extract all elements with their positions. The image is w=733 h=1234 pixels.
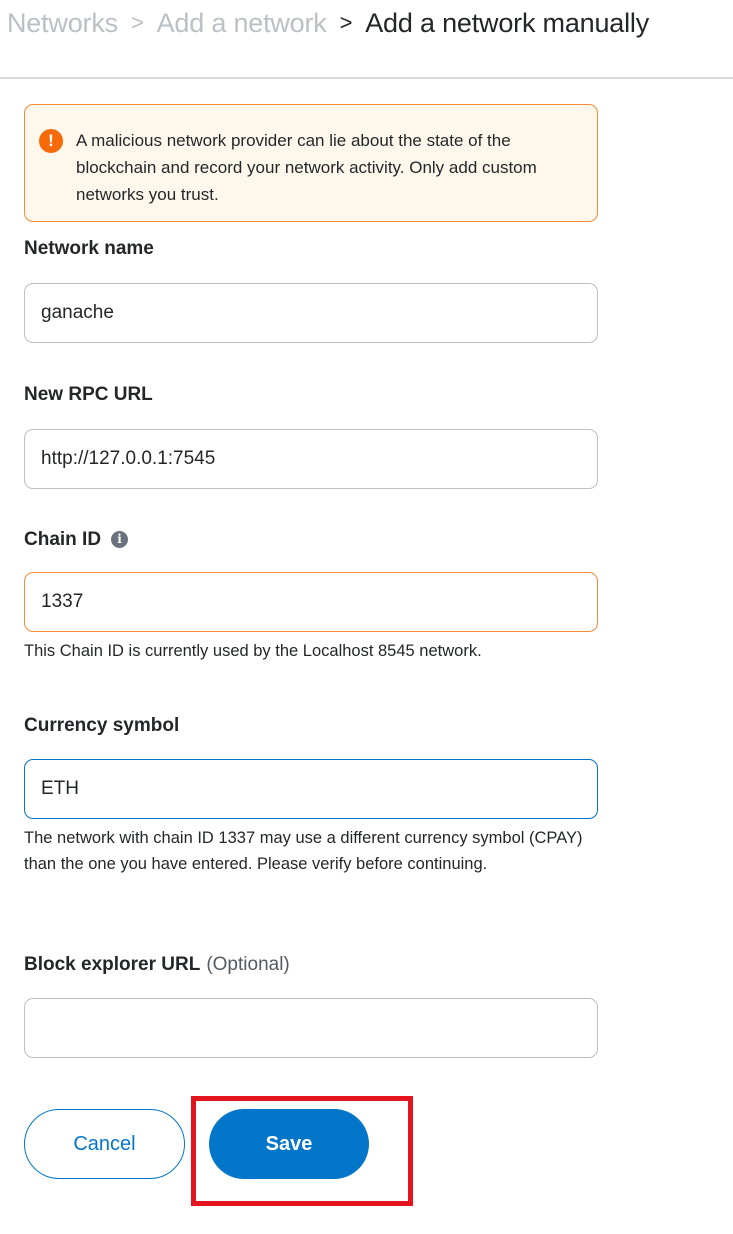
warning-banner: ! A malicious network provider can lie a… <box>24 104 598 222</box>
header-divider <box>0 77 733 79</box>
chain-id-label-text: Chain ID <box>24 529 102 550</box>
network-name-input[interactable] <box>24 283 598 343</box>
rpc-url-input[interactable] <box>24 429 598 489</box>
breadcrumb-add-network[interactable]: Add a network <box>157 8 327 39</box>
block-explorer-label: Block explorer URL (Optional) <box>24 954 290 976</box>
breadcrumb-separator: > <box>130 10 144 35</box>
currency-symbol-warning-text: The network with chain ID 1337 may use a… <box>24 829 583 873</box>
optional-tag: (Optional) <box>206 954 290 975</box>
chain-id-label: Chain ID i <box>24 529 129 551</box>
chain-id-warning-text: This Chain ID is currently used by the L… <box>24 642 482 660</box>
block-explorer-label-text: Block explorer URL <box>24 954 201 975</box>
breadcrumb-current-page: Add a network manually <box>365 7 650 38</box>
currency-symbol-label: Currency symbol <box>24 715 180 736</box>
currency-symbol-input[interactable] <box>24 759 598 819</box>
save-highlight-annotation <box>191 1096 413 1206</box>
warning-text: A malicious network provider can lie abo… <box>76 131 537 204</box>
add-network-page: Networks > Add a network > Add a network… <box>0 0 733 1234</box>
block-explorer-input[interactable] <box>24 998 598 1058</box>
exclamation-icon: ! <box>39 129 63 153</box>
rpc-url-label: New RPC URL <box>24 384 153 405</box>
chain-id-input[interactable] <box>24 572 598 632</box>
breadcrumb-separator: > <box>339 10 353 35</box>
breadcrumb-networks[interactable]: Networks <box>7 8 118 39</box>
network-name-label: Network name <box>24 238 154 259</box>
cancel-button[interactable]: Cancel <box>24 1109 185 1179</box>
breadcrumb: Networks > Add a network > Add a network… <box>7 0 649 46</box>
info-icon[interactable]: i <box>111 531 129 548</box>
